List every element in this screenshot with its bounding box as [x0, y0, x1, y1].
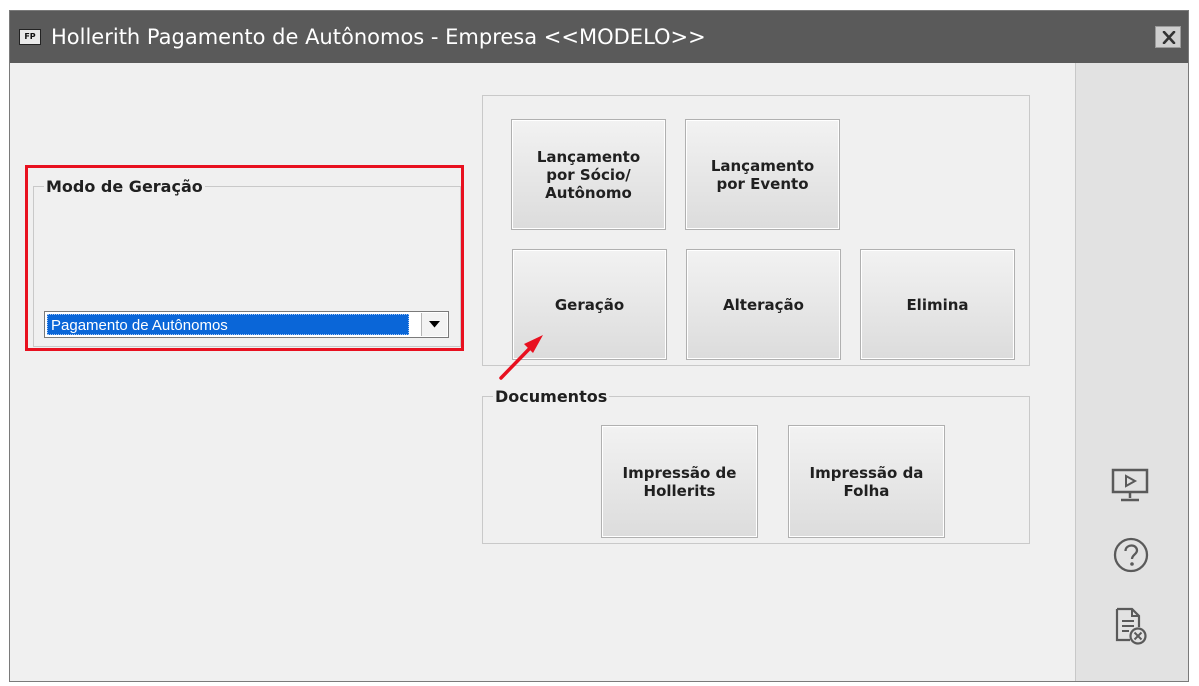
annotation-arrow: [499, 335, 543, 380]
lancamento-evento-button[interactable]: Lançamento por Evento: [685, 119, 840, 230]
document-close-icon[interactable]: [1113, 606, 1149, 646]
alteracao-button[interactable]: Alteração: [686, 249, 841, 360]
elimina-button[interactable]: Elimina: [860, 249, 1015, 360]
impressao-hollerits-button[interactable]: Impressão de Hollerits: [601, 425, 758, 538]
title-bar[interactable]: FP Hollerith Pagamento de Autônomos - Em…: [10, 11, 1188, 63]
impressao-folha-button[interactable]: Impressão da Folha: [788, 425, 945, 538]
lancamento-socio-button[interactable]: Lançamento por Sócio/ Autônomo: [511, 119, 666, 230]
app-icon: FP: [19, 29, 41, 45]
highlight-box: [25, 165, 464, 351]
help-icon[interactable]: [1112, 536, 1150, 574]
presentation-icon[interactable]: [1110, 467, 1150, 505]
window-title: Hollerith Pagamento de Autônomos - Empre…: [51, 25, 706, 49]
documentos-legend: Documentos: [495, 387, 608, 406]
side-toolbar: [1075, 63, 1188, 681]
close-button[interactable]: [1155, 26, 1181, 48]
close-icon: [1162, 31, 1176, 44]
